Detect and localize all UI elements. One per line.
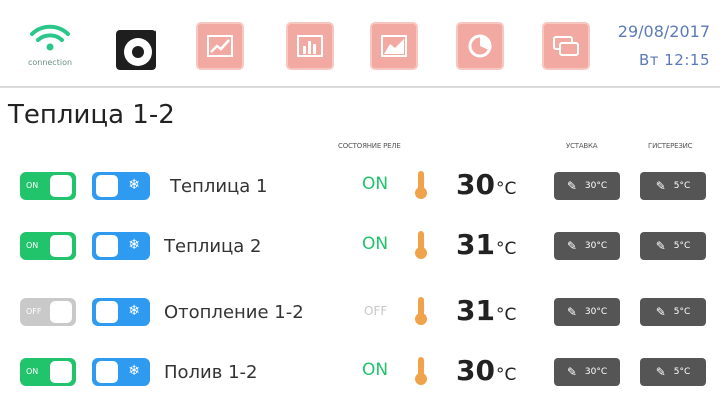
col-relay-state: СОСТОЯНИЕ РЕЛЕ: [338, 142, 401, 150]
table-row: ON ❄ Теплица 2 ON 31°C ✎ 30°C ✎ 5°C: [0, 228, 720, 280]
pencil-icon: ✎: [655, 365, 666, 379]
messages-button[interactable]: [542, 22, 590, 70]
temperature: 30°C: [456, 168, 516, 201]
toggle-knob: [96, 235, 118, 257]
pencil-icon: ✎: [655, 239, 666, 253]
hysteresis-value: 5°C: [673, 241, 691, 251]
toggle-knob: [96, 175, 118, 197]
area-chart-icon: [381, 35, 407, 57]
temperature-value: 30: [456, 168, 495, 201]
top-bar: connection 29/08/2017 Вт 12:15: [0, 10, 720, 88]
relay-state: OFF: [364, 304, 388, 318]
hysteresis-button[interactable]: ✎ 5°C: [640, 232, 706, 260]
relay-state: ON: [362, 234, 389, 254]
hysteresis-value: 5°C: [673, 307, 691, 317]
temperature-unit: °C: [495, 179, 517, 199]
disk-icon[interactable]: [112, 26, 160, 74]
page-title: Теплица 1-2: [8, 100, 175, 130]
power-toggle[interactable]: ON: [20, 358, 76, 386]
setpoint-value: 30°C: [584, 241, 608, 251]
row-name: Теплица 2: [164, 236, 262, 257]
datetime: 29/08/2017 Вт 12:15: [618, 22, 710, 69]
temperature: 31°C: [456, 228, 516, 261]
row-name: Теплица 1: [170, 176, 268, 197]
pencil-icon: ✎: [655, 179, 666, 193]
bar-chart-button[interactable]: [286, 22, 334, 70]
setpoint-button[interactable]: ✎ 30°C: [554, 358, 620, 386]
power-toggle[interactable]: OFF: [20, 298, 76, 326]
toggle-knob: [50, 301, 72, 323]
pencil-icon: ✎: [655, 305, 666, 319]
relay-state: ON: [362, 174, 389, 194]
setpoint-value: 30°C: [584, 181, 608, 191]
power-toggle-label: ON: [26, 181, 39, 190]
col-hysteresis: ГИСТЕРЕЗИС: [648, 142, 693, 150]
temperature-value: 31: [456, 294, 495, 327]
cooling-toggle[interactable]: ❄: [92, 298, 150, 326]
temperature-value: 30: [456, 354, 495, 387]
pie-chart-button[interactable]: [456, 22, 504, 70]
time-text: Вт 12:15: [638, 51, 710, 69]
col-setpoint: УСТАВКА: [566, 142, 598, 150]
setpoint-button[interactable]: ✎ 30°C: [554, 172, 620, 200]
row-name: Полив 1-2: [164, 362, 258, 383]
line-chart-icon: [207, 35, 233, 57]
temperature: 31°C: [456, 294, 516, 327]
temperature-unit: °C: [495, 305, 517, 325]
connection-status[interactable]: connection: [16, 22, 84, 80]
snowflake-icon: ❄: [128, 303, 140, 319]
area-chart-button[interactable]: [370, 22, 418, 70]
setpoint-value: 30°C: [584, 367, 608, 377]
power-toggle-label: OFF: [26, 307, 42, 316]
bar-chart-icon: [297, 35, 323, 57]
toggle-knob: [50, 361, 72, 383]
thermometer-icon: [415, 297, 427, 325]
cooling-toggle[interactable]: ❄: [92, 358, 150, 386]
hysteresis-value: 5°C: [673, 367, 691, 377]
pencil-icon: ✎: [566, 365, 577, 379]
power-toggle-label: ON: [26, 241, 39, 250]
date-text: 29/08/2017: [617, 22, 710, 41]
power-toggle[interactable]: ON: [20, 232, 76, 260]
table-row: ON ❄ Теплица 1 ON 30°C ✎ 30°C ✎ 5°C: [0, 168, 720, 220]
table-row: OFF ❄ Отопление 1-2 OFF 31°C ✎ 30°C ✎ 5°…: [0, 294, 720, 346]
toggle-knob: [50, 175, 72, 197]
toggle-knob: [50, 235, 72, 257]
pencil-icon: ✎: [566, 179, 577, 193]
messages-icon: [553, 36, 579, 56]
thermometer-icon: [415, 171, 427, 199]
temperature-value: 31: [456, 228, 495, 261]
line-chart-button[interactable]: [196, 22, 244, 70]
pencil-icon: ✎: [566, 239, 577, 253]
hysteresis-button[interactable]: ✎ 5°C: [640, 358, 706, 386]
temperature: 30°C: [456, 354, 516, 387]
power-toggle[interactable]: ON: [20, 172, 76, 200]
connection-label: connection: [27, 58, 73, 67]
toggle-knob: [96, 361, 118, 383]
thermometer-icon: [415, 357, 427, 385]
setpoint-value: 30°C: [584, 307, 608, 317]
setpoint-button[interactable]: ✎ 30°C: [554, 298, 620, 326]
relay-state: ON: [362, 360, 389, 380]
temperature-unit: °C: [495, 365, 517, 385]
snowflake-icon: ❄: [128, 363, 140, 379]
hysteresis-value: 5°C: [673, 181, 691, 191]
snowflake-icon: ❄: [128, 237, 140, 253]
cooling-toggle[interactable]: ❄: [92, 172, 150, 200]
power-toggle-label: ON: [26, 367, 39, 376]
cooling-toggle[interactable]: ❄: [92, 232, 150, 260]
pie-chart-icon: [468, 34, 492, 58]
wifi-icon: [30, 24, 70, 51]
snowflake-icon: ❄: [128, 177, 140, 193]
hysteresis-button[interactable]: ✎ 5°C: [640, 172, 706, 200]
toggle-knob: [96, 301, 118, 323]
thermometer-icon: [415, 231, 427, 259]
pencil-icon: ✎: [566, 305, 577, 319]
row-name: Отопление 1-2: [164, 302, 304, 323]
temperature-unit: °C: [495, 239, 517, 259]
setpoint-button[interactable]: ✎ 30°C: [554, 232, 620, 260]
table-row: ON ❄ Полив 1-2 ON 30°C ✎ 30°C ✎ 5°C: [0, 354, 720, 406]
hysteresis-button[interactable]: ✎ 5°C: [640, 298, 706, 326]
